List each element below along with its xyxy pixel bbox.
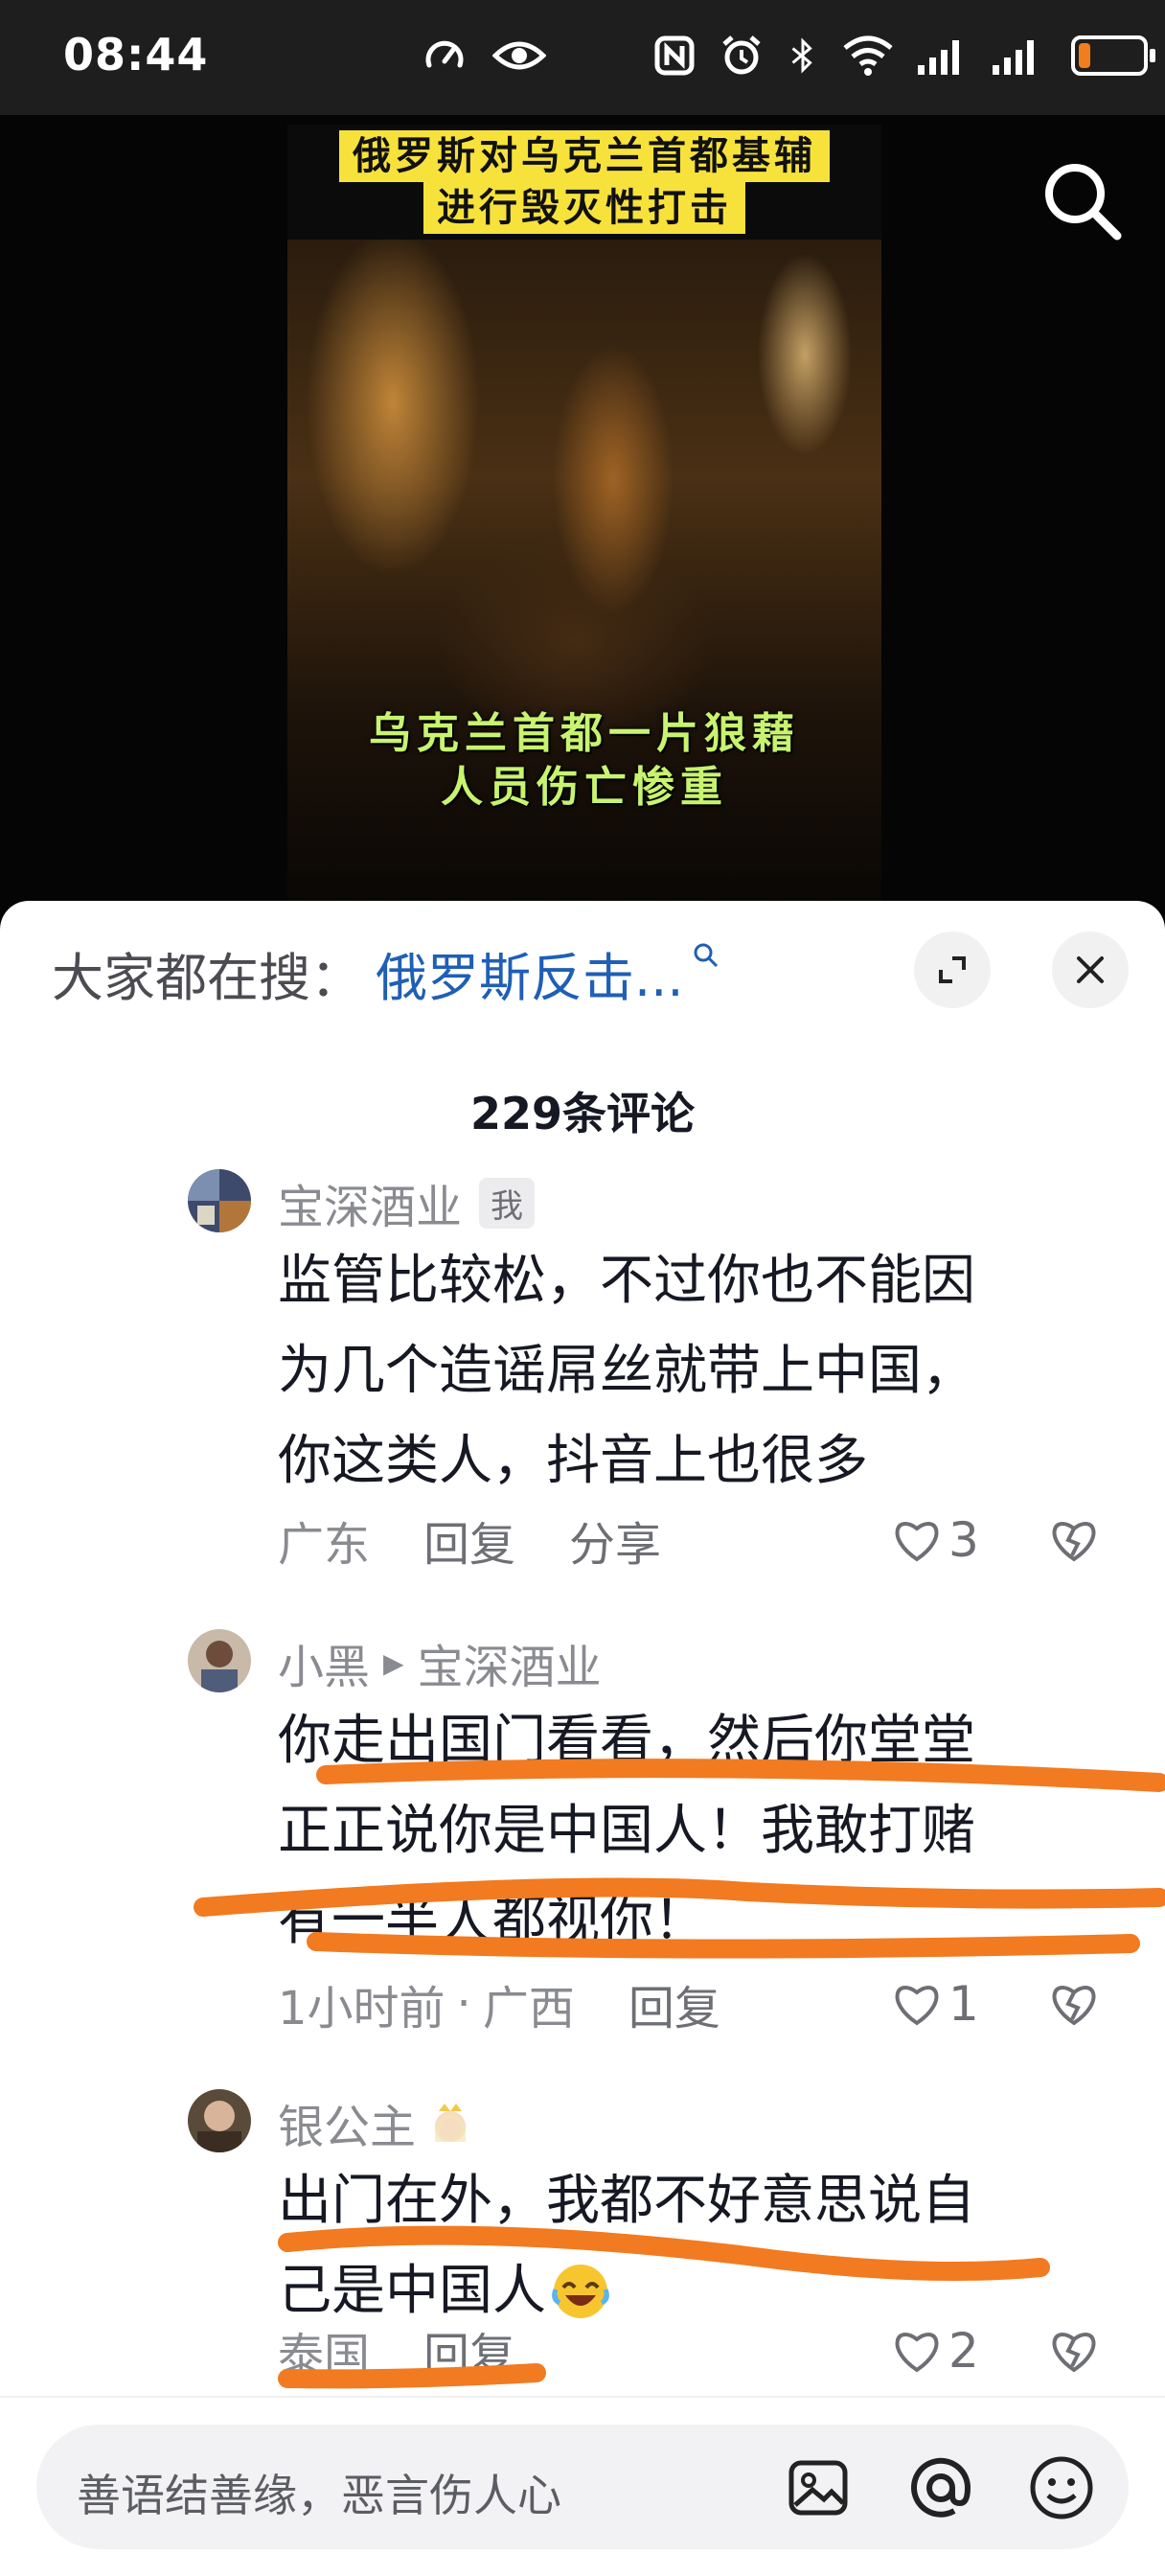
emoji-icon[interactable]	[1027, 2453, 1096, 2522]
avatar[interactable]	[188, 1169, 251, 1232]
broken-heart-icon	[1052, 2333, 1096, 2373]
comment-location: 广西	[482, 1982, 575, 2036]
signal-icon	[993, 40, 1034, 75]
like-count: 3	[948, 1512, 979, 1568]
heart-icon	[895, 1522, 939, 1562]
laughing-crying-emoji-icon	[552, 2265, 609, 2318]
comment-username[interactable]: 宝深酒业	[278, 1169, 462, 1236]
like-button[interactable]: 2	[891, 2317, 979, 2384]
broken-heart-icon	[1052, 1986, 1096, 2026]
hot-search-bar[interactable]: 大家都在搜： 俄罗斯反击...	[52, 935, 720, 1011]
comment-input[interactable]: 善语结善缘，恶言伤人心	[36, 2425, 1129, 2549]
bluetooth-icon	[791, 37, 812, 74]
heart-icon	[895, 1986, 939, 2026]
comment-text: 出门在外，我都不好意思说自 己是中国人	[278, 2170, 975, 2322]
eye-icon	[492, 41, 546, 70]
reply-button[interactable]: 回复	[423, 2317, 515, 2384]
princess-emoji-icon	[435, 2104, 467, 2142]
video-caption-top: 俄罗斯对乌克兰首都基辅 进行毁灭性打击	[287, 130, 881, 234]
alarm-icon	[722, 35, 761, 75]
comment-username[interactable]: 小黑	[278, 1629, 370, 1696]
search-icon[interactable]	[1037, 155, 1129, 247]
comment-input-bar: 善语结善缘，恶言伤人心	[0, 2396, 1165, 2576]
close-icon	[1077, 956, 1104, 983]
expand-icon	[939, 956, 966, 983]
battery-icon	[1071, 35, 1155, 76]
video-caption-bottom: 乌克兰首都一片狼藉 人员伤亡惨重	[287, 707, 881, 815]
hot-search-prefix: 大家都在搜：	[52, 948, 362, 1008]
dislike-button[interactable]	[1048, 1506, 1100, 1574]
like-button[interactable]: 1	[891, 1970, 979, 2037]
comment-text: 你走出国门看看，然后你堂堂 正正说你是中国人！我敢打赌 有一半人都视你！	[278, 1710, 975, 1952]
wifi-icon	[843, 35, 893, 76]
comment-text: 监管比较松，不过你也不能因 为几个造谣屌丝就带上中国， 你这类人，抖音上也很多	[278, 1250, 975, 1492]
at-icon[interactable]	[906, 2453, 975, 2522]
caption-top-line1: 俄罗斯对乌克兰首都基辅	[339, 130, 830, 182]
share-button[interactable]: 分享	[569, 1506, 661, 1574]
caption-top-line2: 进行毁灭性打击	[423, 182, 745, 234]
signal-icon	[918, 40, 959, 75]
caption-bottom-line1: 乌克兰首都一片狼藉	[369, 709, 800, 758]
reply-button[interactable]: 回复	[423, 1506, 515, 1574]
comment-sheet: 大家都在搜： 俄罗斯反击... 229条评论 宝深酒业 我 监管比较松，不过你也…	[0, 901, 1165, 2576]
comment-input-placeholder: 善语结善缘，恶言伤人心	[77, 2470, 561, 2521]
image-icon[interactable]	[784, 2453, 853, 2522]
comment-time: 1小时前	[278, 1982, 445, 2036]
status-time: 08:44	[63, 29, 209, 80]
self-tag: 我	[479, 1177, 536, 1229]
dislike-button[interactable]	[1048, 2317, 1100, 2384]
like-count: 1	[948, 1976, 979, 2032]
reply-to-username[interactable]: 宝深酒业	[418, 1629, 602, 1696]
speedometer-icon	[425, 40, 464, 68]
close-button[interactable]	[1052, 932, 1129, 1008]
status-bar: 08:44	[0, 0, 1165, 115]
reply-arrow-icon: ▶	[383, 1646, 404, 1679]
like-count: 2	[948, 2323, 979, 2379]
search-small-icon	[694, 943, 718, 968]
avatar[interactable]	[188, 1629, 251, 1692]
avatar[interactable]	[188, 2089, 251, 2152]
hot-search-link[interactable]: 俄罗斯反击...	[376, 935, 684, 1011]
dislike-button[interactable]	[1048, 1970, 1100, 2037]
video-frame	[287, 240, 881, 920]
caption-bottom-line2: 人员伤亡惨重	[441, 763, 728, 812]
reply-button[interactable]: 回复	[628, 1970, 720, 2037]
nfc-icon	[654, 35, 695, 76]
comment-username[interactable]: 银公主	[278, 2089, 416, 2156]
comment-location: 泰国	[278, 2329, 371, 2382]
battery-level	[1079, 43, 1090, 68]
heart-icon	[895, 2333, 939, 2373]
expand-button[interactable]	[914, 932, 991, 1008]
comment-location: 广东	[278, 1518, 371, 1572]
broken-heart-icon	[1052, 1522, 1096, 1562]
comment-count: 229条评论	[469, 1088, 696, 1139]
video-player[interactable]: 俄罗斯对乌克兰首都基辅 进行毁灭性打击 乌克兰首都一片狼藉 人员伤亡惨重	[0, 115, 1165, 920]
like-button[interactable]: 3	[891, 1506, 979, 1574]
